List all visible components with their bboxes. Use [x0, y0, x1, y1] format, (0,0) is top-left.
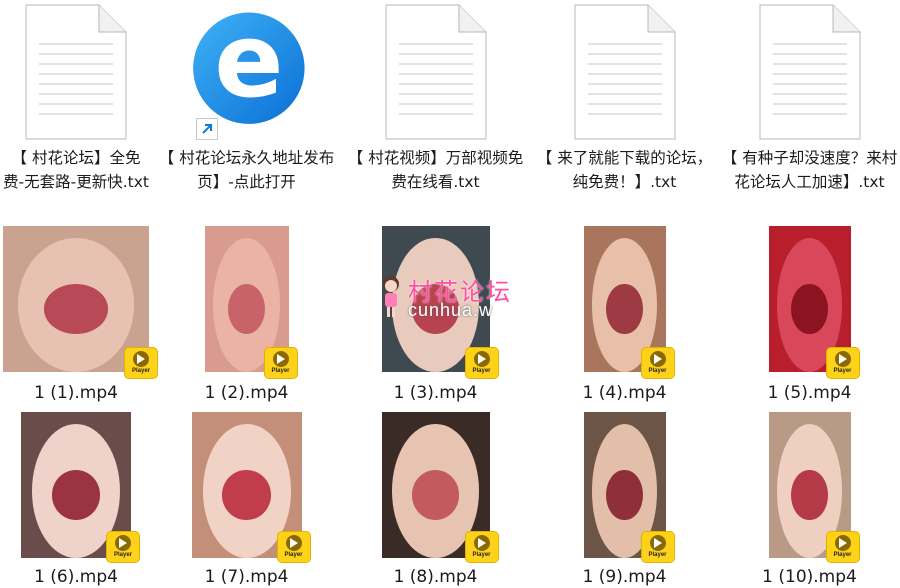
text-file-icon	[11, 0, 141, 140]
video-thumbnail-wrap: Player	[719, 226, 900, 378]
player-badge-label: Player	[833, 552, 852, 558]
svg-text:e: e	[214, 6, 283, 121]
video-item[interactable]: Player 1 (4).mp4	[530, 222, 719, 408]
thumbnail-mouth	[606, 470, 643, 521]
player-badge-icon: Player	[641, 532, 674, 562]
file-label: 【 村花论坛】全免费-无套路-更新快.txt	[3, 149, 149, 191]
video-label: 1 (10).mp4	[762, 567, 857, 587]
player-badge-label: Player	[472, 552, 491, 558]
player-badge-label: Player	[284, 552, 303, 558]
video-label: 1 (9).mp4	[582, 567, 667, 587]
video-item[interactable]: Player 1 (9).mp4	[530, 408, 719, 588]
text-file-icon	[745, 0, 875, 140]
file-label: 【 来了就能下载的论坛，纯免费！】.txt	[536, 149, 713, 191]
video-thumbnail-wrap: Player	[152, 226, 341, 378]
video-item[interactable]: Player 1 (10).mp4	[719, 408, 900, 588]
player-badge-label: Player	[271, 368, 290, 374]
video-thumbnail-wrap: Player	[0, 226, 157, 378]
thumbnail-mouth	[43, 284, 109, 335]
file-item-txt-3[interactable]: 【 来了就能下载的论坛，纯免费！】.txt	[530, 0, 719, 222]
file-item-txt-2[interactable]: 【 村花视频】万部视频免费在线看.txt	[341, 0, 530, 222]
thumbnail-mouth	[791, 284, 828, 335]
thumbnail-mouth	[51, 470, 101, 521]
video-label: 1 (7).mp4	[204, 567, 289, 587]
video-thumbnail-wrap: Player	[0, 412, 152, 562]
video-item[interactable]: Player 1 (7).mp4	[152, 408, 341, 588]
video-thumbnail-wrap: Player	[341, 226, 530, 378]
video-label: 1 (6).mp4	[34, 567, 118, 587]
video-label: 1 (1).mp4	[34, 383, 118, 403]
thumbnail-mouth	[791, 470, 828, 521]
player-badge-icon: Player	[264, 348, 297, 378]
video-item[interactable]: Player 1 (2).mp4	[152, 222, 341, 408]
shortcut-arrow-icon	[195, 118, 218, 140]
file-item-txt-1[interactable]: 【 村花论坛】全免费-无套路-更新快.txt	[0, 0, 152, 222]
video-thumbnail-wrap: Player	[341, 412, 530, 562]
file-label: 【 村花论坛永久地址发布页】-点此打开	[158, 149, 335, 191]
player-badge-label: Player	[648, 368, 667, 374]
video-item[interactable]: Player 1 (6).mp4	[0, 408, 152, 588]
video-thumbnail-wrap: Player	[530, 226, 719, 378]
player-badge-icon: Player	[465, 348, 498, 378]
video-label: 1 (3).mp4	[393, 383, 478, 403]
video-thumbnail-wrap: Player	[152, 412, 341, 562]
video-thumbnail-wrap: Player	[530, 412, 719, 562]
text-file-icon	[371, 0, 501, 140]
player-badge-label: Player	[648, 552, 667, 558]
thumbnail-mouth	[228, 284, 265, 335]
thumbnail-mouth	[411, 470, 460, 521]
player-badge-label: Player	[113, 552, 132, 558]
file-grid: 【 村花论坛】全免费-无套路-更新快.txt e 【 村花论坛永久地址发布页】-…	[0, 0, 900, 588]
player-badge-label: Player	[833, 368, 852, 374]
video-item[interactable]: Player 1 (3).mp4	[341, 222, 530, 408]
player-badge-label: Player	[472, 368, 491, 374]
player-badge-label: Player	[131, 368, 150, 374]
browser-shortcut-icon: e	[182, 0, 312, 140]
video-label: 1 (8).mp4	[393, 567, 478, 587]
file-item-shortcut[interactable]: e 【 村花论坛永久地址发布页】-点此打开	[152, 0, 341, 222]
video-label: 1 (5).mp4	[767, 383, 852, 403]
video-item[interactable]: Player 1 (8).mp4	[341, 408, 530, 588]
thumbnail-mouth	[411, 284, 460, 335]
player-badge-icon: Player	[465, 532, 498, 562]
file-label: 【 有种子却没速度？来村花论坛人工加速】.txt	[721, 149, 898, 191]
file-item-txt-4[interactable]: 【 有种子却没速度？来村花论坛人工加速】.txt	[719, 0, 900, 222]
video-item[interactable]: Player 1 (1).mp4	[0, 222, 157, 408]
player-badge-icon: Player	[826, 532, 859, 562]
video-item[interactable]: Player 1 (5).mp4	[719, 222, 900, 408]
thumbnail-mouth	[222, 470, 271, 521]
video-thumbnail-wrap: Player	[719, 412, 900, 562]
player-badge-icon: Player	[277, 532, 310, 562]
player-badge-icon: Player	[641, 348, 674, 378]
player-badge-icon: Player	[107, 532, 139, 562]
thumbnail-mouth	[606, 284, 643, 335]
player-badge-icon: Player	[826, 348, 859, 378]
video-label: 1 (2).mp4	[204, 383, 289, 403]
text-file-icon	[560, 0, 690, 140]
file-label: 【 村花视频】万部视频免费在线看.txt	[347, 149, 524, 191]
video-label: 1 (4).mp4	[582, 383, 667, 403]
